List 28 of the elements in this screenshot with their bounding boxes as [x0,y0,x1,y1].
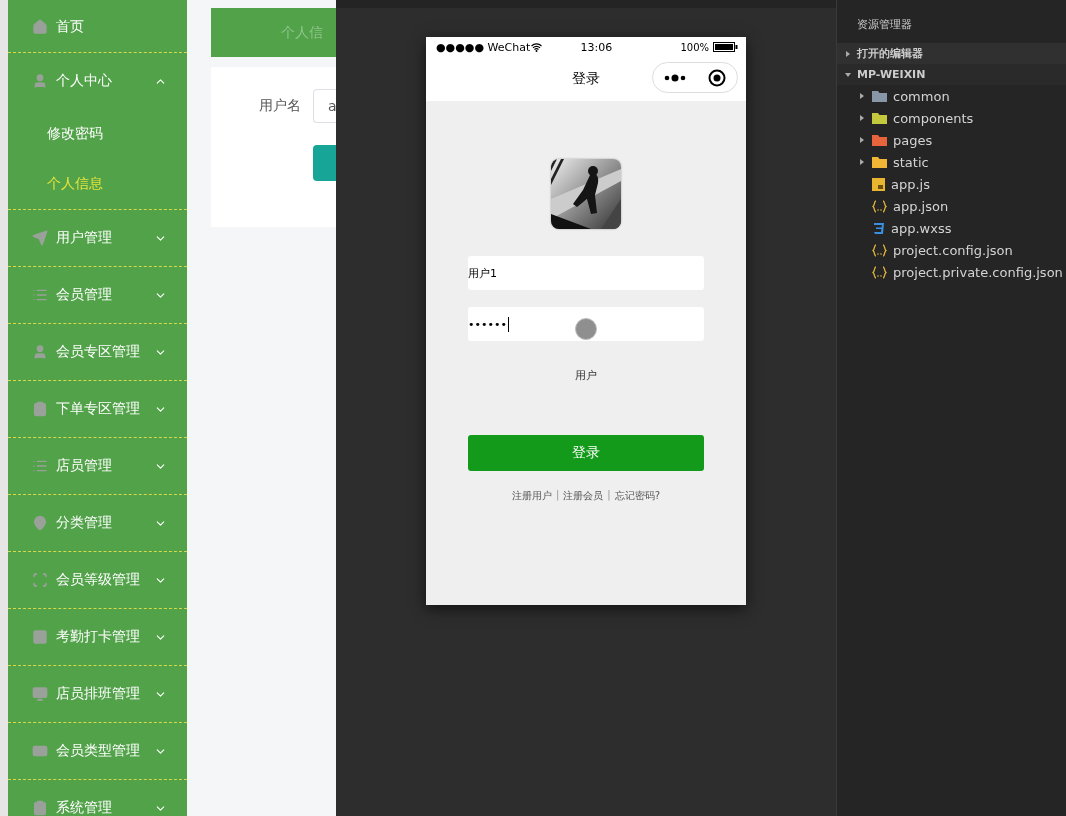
role-label: 用户 [575,368,597,383]
tree-item[interactable]: app.js [837,173,1066,195]
link[interactable]: 忘记密码? [614,489,661,503]
tree-item[interactable]: common [837,85,1066,107]
nav-title: 登录 [572,70,600,88]
page-header: 个人信 [211,8,336,57]
tree-item[interactable]: app.json [837,195,1066,217]
section-header[interactable]: 打开的编辑器 [837,43,1066,64]
tree-item[interactable]: components [837,107,1066,129]
tree-item[interactable]: project.config.json [837,239,1066,261]
clock-text: 13:06 [580,40,613,54]
username-field[interactable]: 用户1 [468,256,704,290]
link[interactable]: 注册会员 [563,489,604,503]
tree-item[interactable]: project.private.config.json [837,261,1066,283]
password-field[interactable]: •••••• [468,307,704,341]
login-button[interactable]: 登录 [468,435,704,471]
field-label: 用户名 [259,97,301,115]
separator: | [555,489,560,503]
battery-text: 100% [680,41,709,53]
link[interactable]: 注册用户 [511,489,552,503]
separator: | [607,489,611,503]
panel-title: 资源管理器 [856,17,913,33]
section-header[interactable]: MP-WEIXIN [837,64,1066,85]
tree-item[interactable]: pages [837,129,1066,151]
password-dots: •••••• [468,317,507,331]
tree-item[interactable]: app.wxss [837,217,1066,239]
carrier-text: ●●●●● WeChat [436,40,531,54]
tree-item[interactable]: static [837,151,1066,173]
